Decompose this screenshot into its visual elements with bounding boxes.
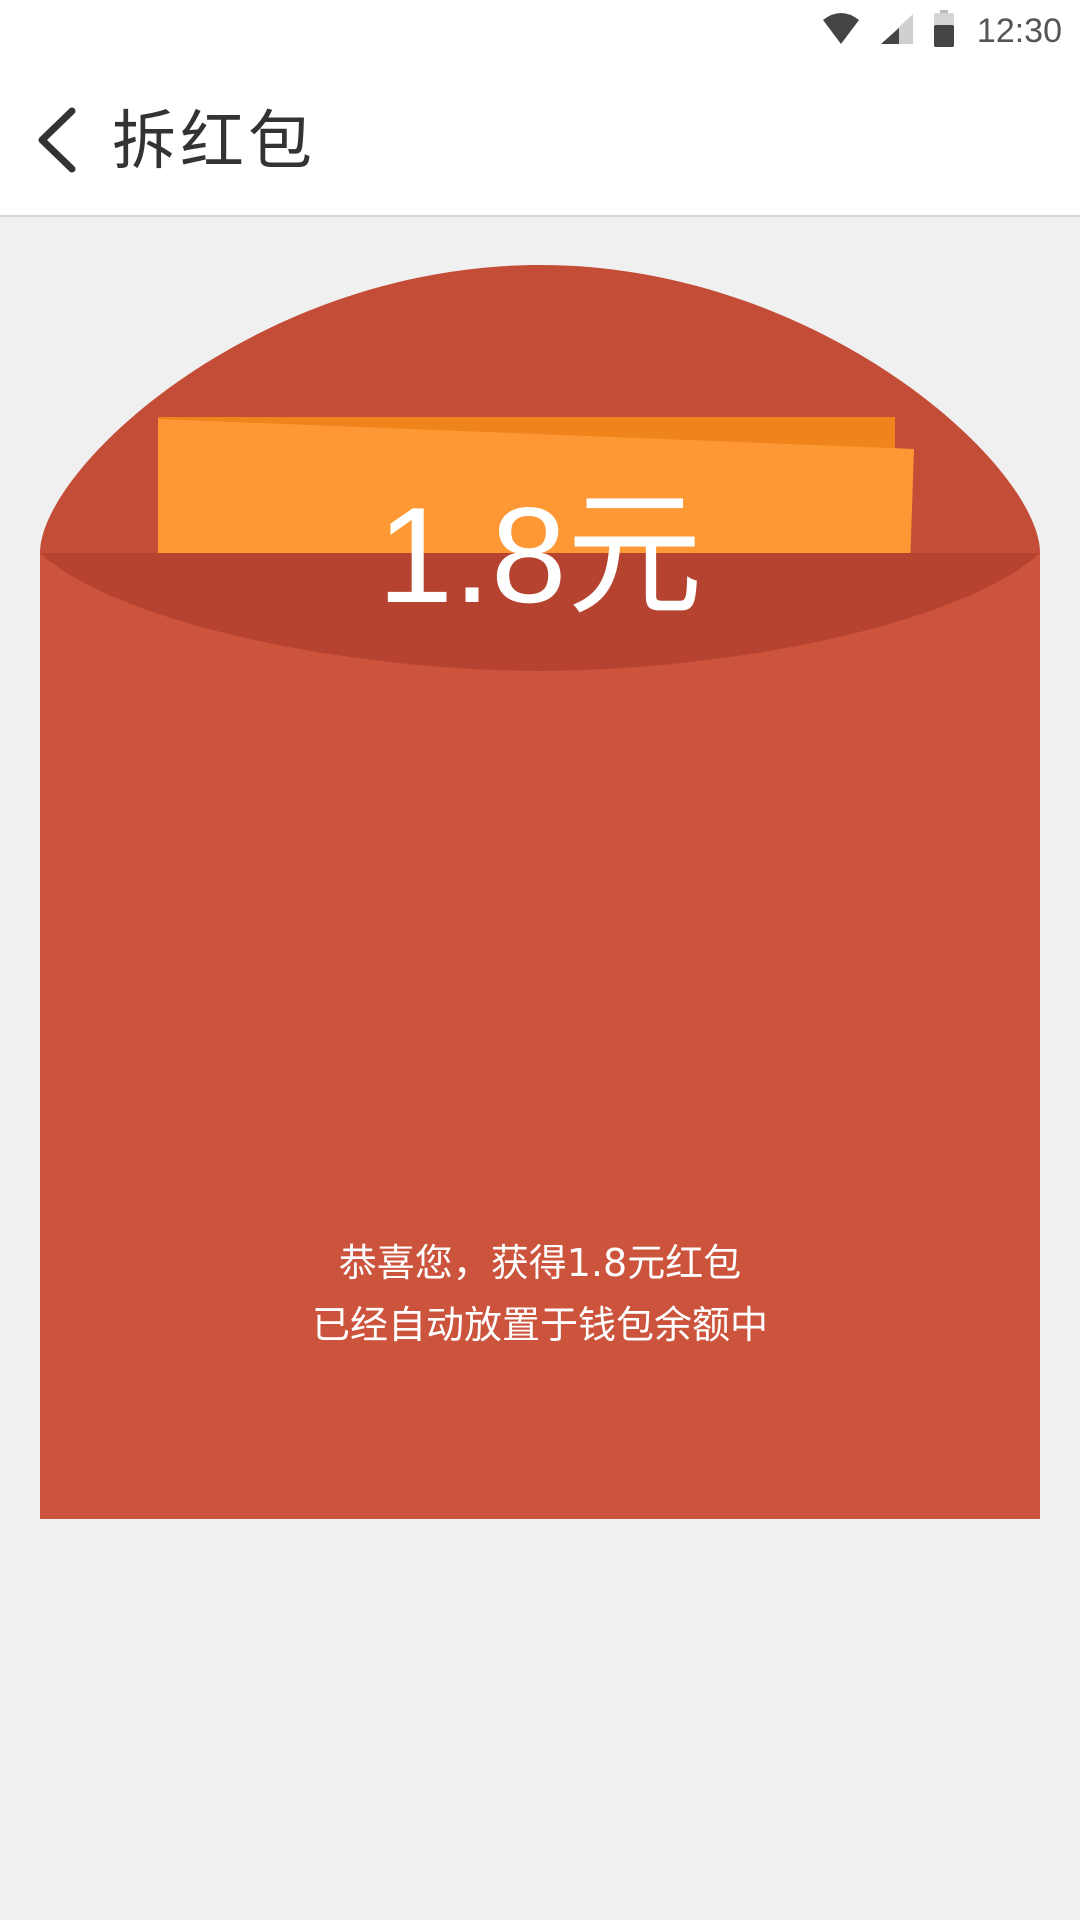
battery-icon (933, 10, 955, 52)
message-line-1: 恭喜您，获得1.8元红包 (338, 1241, 742, 1285)
status-bar: 12:30 (0, 0, 1080, 62)
red-packet-envelope (40, 265, 1040, 1519)
amount-label: 1.8元 (377, 479, 703, 631)
page-title: 拆红包 (112, 105, 316, 179)
back-button[interactable] (22, 102, 92, 182)
success-message: 恭喜您，获得1.8元红包 已经自动放置于钱包余额中 (40, 1232, 1040, 1356)
status-icons: 12:30 (821, 8, 1062, 54)
cellular-signal-icon (879, 12, 915, 50)
app-bar: 拆红包 (0, 62, 1080, 217)
status-time: 12:30 (976, 11, 1062, 50)
envelope-body (40, 553, 1040, 1519)
red-packet: 1.8元 恭喜您，获得1.8元红包 已经自动放置于钱包余额中 (0, 217, 1080, 1920)
chevron-left-icon (34, 105, 80, 179)
message-line-2: 已经自动放置于钱包余额中 (311, 1303, 768, 1347)
wifi-icon (821, 12, 861, 50)
